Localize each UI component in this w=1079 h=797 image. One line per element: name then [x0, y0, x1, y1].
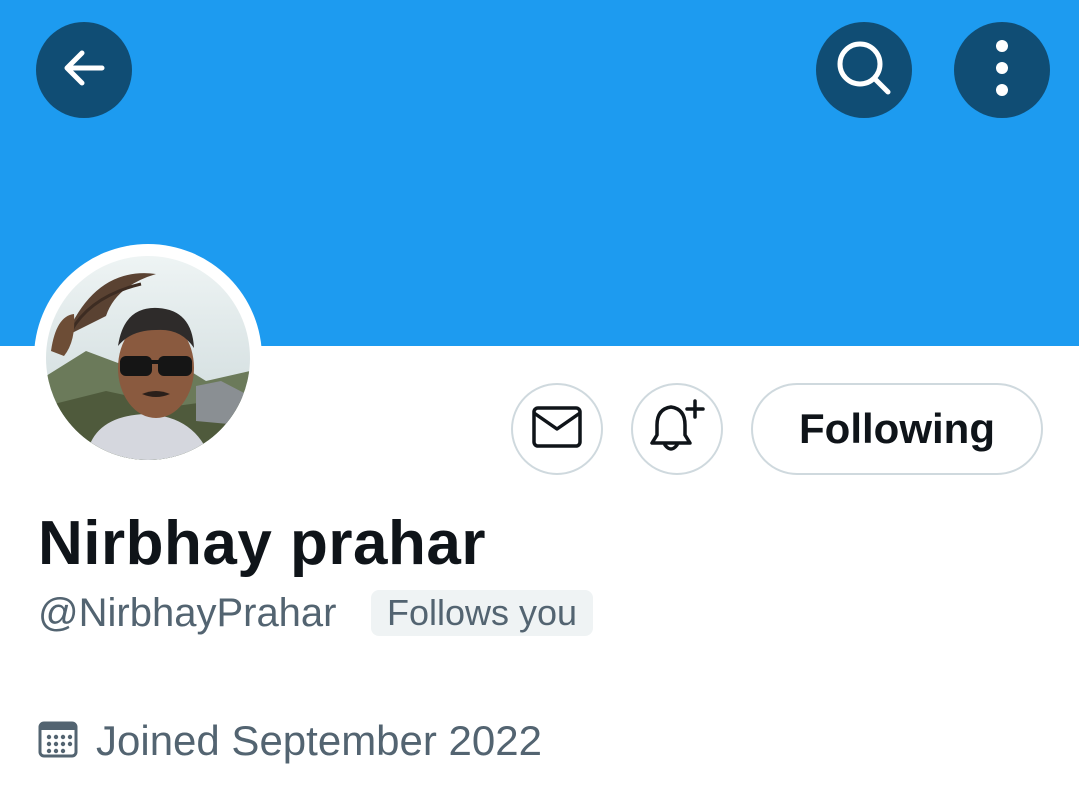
- display-name: Nirbhay prahar: [38, 509, 487, 578]
- profile-screen: Following Nirbhay prahar @NirbhayPrahar …: [0, 0, 1079, 797]
- message-button[interactable]: [511, 383, 603, 475]
- avatar[interactable]: [46, 256, 250, 460]
- user-handle: @NirbhayPrahar: [38, 591, 337, 635]
- envelope-icon: [531, 405, 583, 454]
- notifications-button[interactable]: [631, 383, 723, 475]
- calendar-icon: [38, 719, 78, 764]
- bell-plus-icon: [647, 398, 707, 460]
- joined-date-text: Joined September 2022: [96, 717, 542, 764]
- search-icon: [832, 36, 896, 105]
- arrow-left-icon: [56, 40, 112, 101]
- following-label: Following: [799, 405, 995, 452]
- more-vertical-icon: [992, 38, 1012, 103]
- back-button[interactable]: [36, 22, 132, 118]
- joined-date-row: Joined September 2022: [38, 716, 542, 766]
- follows-you-label: Follows you: [387, 592, 578, 633]
- following-button[interactable]: Following: [751, 383, 1043, 475]
- more-options-button[interactable]: [954, 22, 1050, 118]
- follows-you-badge: Follows you: [371, 590, 594, 636]
- search-button[interactable]: [816, 22, 912, 118]
